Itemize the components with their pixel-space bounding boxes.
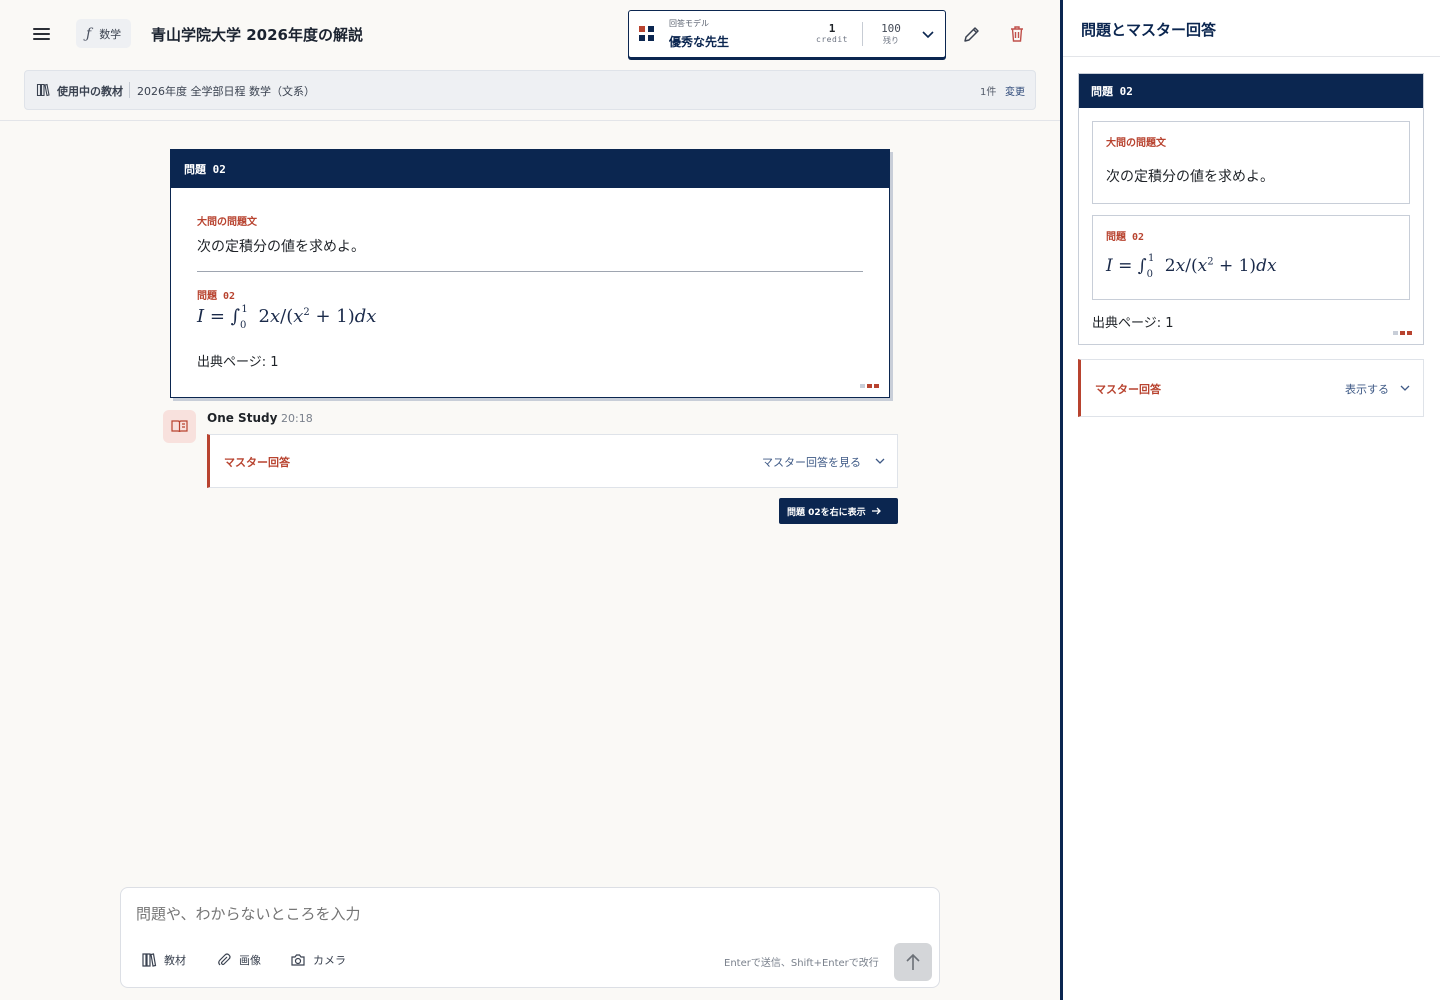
change-material-link[interactable]: 変更 — [1005, 83, 1025, 98]
model-grid-icon — [639, 26, 656, 43]
source-page: 出典ページ: 1 — [1092, 316, 1174, 331]
credit-unit: credit — [816, 35, 848, 44]
header-divider — [0, 120, 1060, 121]
arrow-right-icon — [871, 507, 881, 515]
material-name: 2026年度 全学部日程 数学（文系） — [137, 85, 315, 98]
camera-icon — [291, 954, 305, 966]
sender-name: One Study — [207, 411, 278, 425]
hamburger-menu-icon[interactable] — [28, 20, 56, 48]
material-tool-label: 教材 — [164, 954, 186, 967]
chevron-down-icon — [1400, 385, 1410, 391]
model-name: 優秀な先生 — [669, 35, 730, 49]
answer-model-selector[interactable]: 回答モデル 優秀な先生 1 credit 100 残り — [628, 10, 946, 58]
show-problem-right-button[interactable]: 問題 02を右に表示 — [779, 498, 898, 524]
subject-label: 数学 — [99, 27, 122, 41]
material-count: 1件 — [980, 87, 997, 98]
master-answer-show-label: マスター回答を見る — [762, 456, 861, 469]
question-label: 問題 02 — [197, 291, 236, 302]
side-card-header: 問題 02 — [1079, 74, 1423, 108]
trash-icon[interactable] — [1005, 22, 1029, 46]
side-panel-title: 問題とマスター回答 — [1081, 21, 1217, 39]
problem-card-header: 問題 02 — [171, 150, 889, 188]
credit-cost: 1 credit — [807, 22, 857, 44]
message-input[interactable] — [136, 905, 916, 923]
side-panel-divider — [1063, 56, 1440, 57]
books-icon — [142, 953, 157, 967]
credit-remaining: 100 残り — [869, 22, 913, 46]
camera-tool-label: カメラ — [313, 954, 346, 967]
subject-chip[interactable]: ƒ 数学 — [76, 19, 132, 48]
arrow-up-icon — [906, 953, 920, 970]
books-icon — [36, 83, 50, 97]
remaining-value: 100 — [881, 22, 901, 35]
message-composer: 教材 画像 カメラ Enterで送信、Shift+Enterで改行 — [120, 887, 940, 988]
top-header: ƒ 数学 青山学院大学 2026年度の解説 回答モデル 優秀な先生 1 cred… — [0, 0, 1060, 68]
side-problem-card: 問題 02 大問の問題文 次の定積分の値を求めよ。 問題 02 I = ∫01 … — [1078, 73, 1424, 345]
material-bar: 使用中の教材 2026年度 全学部日程 数学（文系） 1件 変更 — [24, 70, 1036, 110]
image-tool-button[interactable]: 画像 — [216, 952, 261, 968]
message-time: 20:18 — [281, 412, 313, 425]
big-question-text: 次の定積分の値を求めよ。 — [1106, 169, 1274, 185]
integral-formula: I = ∫01 2x/(x2 + 1)dx — [197, 304, 377, 331]
source-page: 出典ページ: 1 — [197, 355, 279, 370]
page-title: 青山学院大学 2026年度の解説 — [151, 26, 363, 44]
card-marker-icon — [860, 384, 880, 388]
material-label: 使用中の教材 — [57, 85, 123, 98]
send-hint: Enterで送信、Shift+Enterで改行 — [724, 958, 879, 969]
big-question-text: 次の定積分の値を求めよ。 — [197, 239, 365, 255]
divider — [129, 82, 130, 98]
divider — [862, 22, 863, 46]
master-answer-show-label: 表示する — [1345, 383, 1389, 396]
problem-side-panel: 問題とマスター回答 問題 02 大問の問題文 次の定積分の値を求めよ。 問題 0… — [1060, 0, 1440, 1000]
question-box: 問題 02 I = ∫01 2x/(x2 + 1)dx — [1092, 215, 1410, 300]
chevron-down-icon — [922, 31, 934, 39]
big-question-label: 大問の問題文 — [197, 217, 257, 228]
card-marker-icon — [1393, 331, 1413, 335]
remaining-unit: 残り — [883, 36, 899, 45]
chat-main: ƒ 数学 青山学院大学 2026年度の解説 回答モデル 優秀な先生 1 cred… — [0, 0, 1060, 1000]
pencil-icon[interactable] — [960, 22, 984, 46]
paperclip-icon — [218, 953, 231, 966]
problem-card: 問題 02 大問の問題文 次の定積分の値を求めよ。 問題 02 I = ∫01 … — [170, 149, 890, 398]
camera-tool-button[interactable]: カメラ — [290, 952, 346, 968]
credit-value: 1 — [828, 22, 836, 35]
master-answer-toggle[interactable]: マスター回答 マスター回答を見る — [207, 434, 898, 488]
divider — [197, 271, 863, 272]
image-tool-label: 画像 — [239, 954, 261, 967]
show-right-label: 問題 02を右に表示 — [787, 507, 866, 518]
integral-formula: I = ∫01 2x/(x2 + 1)dx — [1106, 253, 1277, 280]
master-answer-title: マスター回答 — [1095, 383, 1161, 396]
function-icon: ƒ — [86, 25, 92, 42]
big-question-box: 大問の問題文 次の定積分の値を求めよ。 — [1092, 121, 1410, 204]
chevron-down-icon — [875, 458, 885, 464]
question-label: 問題 02 — [1106, 232, 1145, 243]
big-question-label: 大問の問題文 — [1106, 138, 1166, 149]
model-caption: 回答モデル — [669, 19, 709, 28]
master-answer-title: マスター回答 — [224, 456, 290, 469]
side-master-answer-toggle[interactable]: マスター回答 表示する — [1078, 359, 1424, 417]
send-button[interactable] — [894, 943, 932, 981]
material-tool-button[interactable]: 教材 — [141, 952, 186, 968]
book-open-icon — [171, 420, 188, 433]
avatar — [163, 410, 196, 443]
